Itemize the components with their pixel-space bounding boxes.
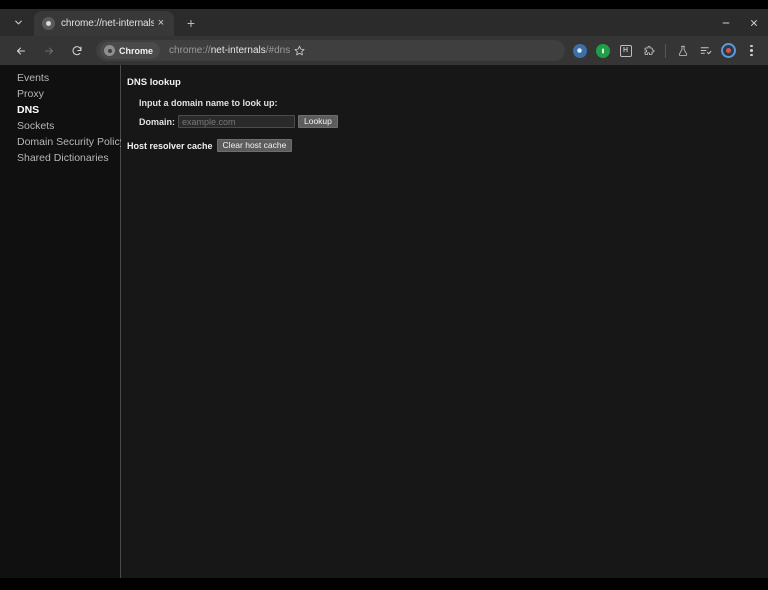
chevron-down-icon (13, 17, 24, 28)
page-viewport: Events Proxy DNS Sockets Domain Security… (0, 65, 768, 578)
domain-label: Domain: (139, 116, 175, 127)
tab-strip: chrome://net-internals/#dn × + (0, 9, 768, 36)
sidebar-item-shared-dictionaries[interactable]: Shared Dictionaries (0, 150, 120, 166)
browser-toolbar: Chrome chrome://net-internals/#dns H (0, 36, 768, 65)
forward-button[interactable] (38, 40, 60, 62)
domain-input[interactable] (178, 115, 295, 128)
url-path: /#dns (265, 45, 291, 56)
window-controls (712, 9, 768, 36)
clear-host-cache-button[interactable]: Clear host cache (216, 139, 293, 152)
chrome-origin-chip[interactable]: Chrome (100, 42, 161, 59)
chrome-chip-label: Chrome (119, 45, 154, 56)
chrome-logo-icon (104, 45, 115, 56)
arrow-left-icon (15, 45, 27, 57)
dns-panel: DNS lookup Input a domain name to look u… (121, 65, 768, 578)
save-page-glyph: H (619, 44, 632, 57)
address-bar-url: chrome://net-internals/#dns (169, 45, 290, 56)
sidebar-item-domain-security-policy[interactable]: Domain Security Policy (0, 134, 125, 150)
tab-search-button[interactable] (6, 10, 30, 34)
minimize-icon (721, 18, 731, 28)
profile-avatar-icon (721, 43, 736, 58)
net-internals-sidebar: Events Proxy DNS Sockets Domain Security… (0, 65, 125, 578)
close-icon (749, 18, 759, 28)
new-tab-button[interactable]: + (180, 12, 202, 34)
reading-list-icon[interactable] (695, 40, 716, 61)
tab-title: chrome://net-internals/#dn (61, 18, 154, 29)
close-button[interactable] (740, 9, 768, 36)
sidebar-item-dns[interactable]: DNS (0, 102, 120, 118)
bookmark-star-icon[interactable] (288, 40, 310, 62)
host-resolver-cache-label: Host resolver cache (127, 140, 213, 151)
reload-icon (71, 45, 83, 57)
back-button[interactable] (10, 40, 32, 62)
extension-icon-2[interactable] (592, 40, 613, 61)
profile-avatar[interactable] (718, 40, 739, 61)
menu-dots (750, 44, 753, 57)
three-dot-menu-icon[interactable] (741, 40, 762, 61)
url-scheme: chrome:// (169, 45, 211, 56)
chrome-globe-icon (42, 17, 55, 30)
extension-badge-1 (572, 43, 587, 58)
sidebar-item-proxy[interactable]: Proxy (0, 86, 120, 102)
browser-window: chrome://net-internals/#dn × + (0, 9, 768, 578)
extensions-puzzle-icon[interactable] (638, 40, 659, 61)
host-resolver-cache-row: Host resolver cache Clear host cache (127, 139, 768, 152)
tab-close-button[interactable]: × (154, 17, 168, 31)
page-title: DNS lookup (127, 77, 181, 88)
address-bar[interactable]: Chrome chrome://net-internals/#dns (96, 40, 565, 61)
browser-tab[interactable]: chrome://net-internals/#dn × (34, 11, 174, 36)
url-host: net-internals (210, 45, 266, 56)
toolbar-separator (665, 43, 666, 58)
arrow-right-icon (43, 45, 55, 57)
domain-lookup-row: Domain: Lookup (139, 115, 768, 128)
minimize-button[interactable] (712, 9, 740, 36)
sidebar-item-sockets[interactable]: Sockets (0, 118, 120, 134)
reload-button[interactable] (66, 40, 88, 62)
lookup-prompt: Input a domain name to look up: (139, 98, 278, 108)
sidebar-item-events[interactable]: Events (0, 70, 120, 86)
toolbar-icon-group: H (569, 40, 762, 61)
experiments-flask-icon[interactable] (672, 40, 693, 61)
extension-icon-1[interactable] (569, 40, 590, 61)
extension-badge-2 (595, 43, 610, 58)
save-page-icon[interactable]: H (615, 40, 636, 61)
lookup-button[interactable]: Lookup (298, 115, 338, 128)
